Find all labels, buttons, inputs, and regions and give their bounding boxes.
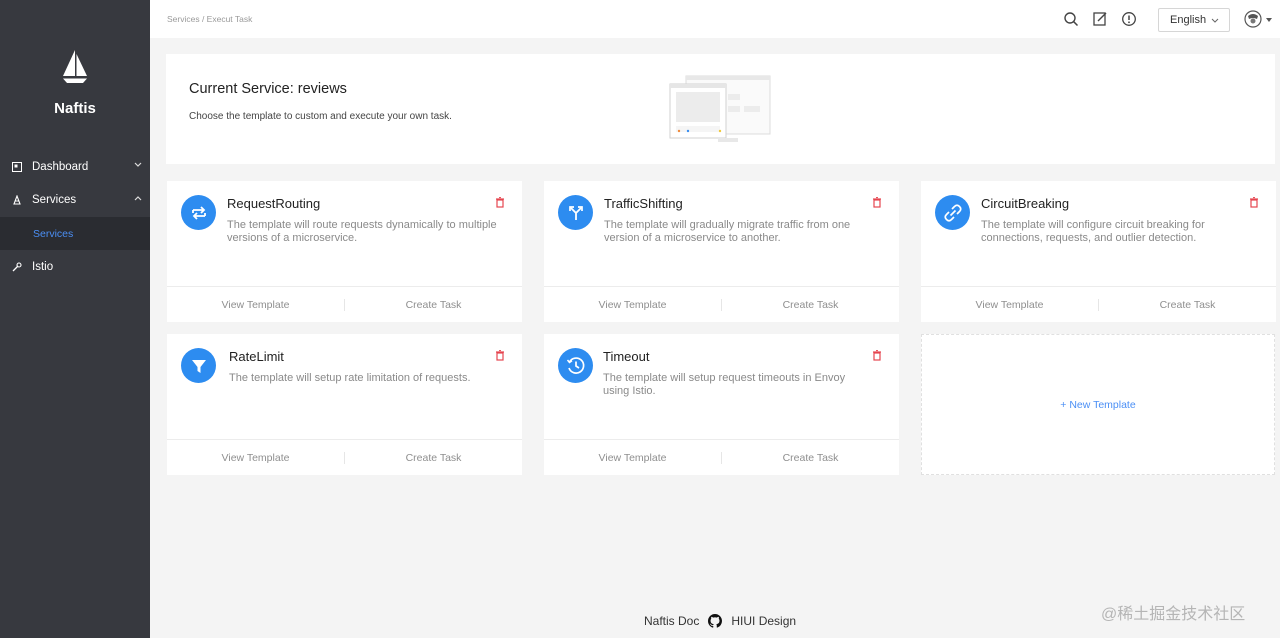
card-actions: View Template Create Task bbox=[544, 439, 899, 475]
template-card-trafficshifting: TrafficShifting The template will gradua… bbox=[544, 181, 899, 322]
card-description: The template will route requests dynamic… bbox=[227, 219, 497, 244]
istio-icon bbox=[11, 261, 23, 273]
card-title: RequestRouting bbox=[227, 196, 321, 211]
sailboat-icon bbox=[63, 50, 87, 83]
view-template-button[interactable]: View Template bbox=[167, 440, 344, 475]
github-icon[interactable] bbox=[708, 614, 723, 628]
card-actions: View Template Create Task bbox=[167, 286, 522, 322]
chevron-down-icon bbox=[134, 162, 142, 167]
chevron-down-icon bbox=[1211, 18, 1219, 23]
clock-icon bbox=[558, 348, 593, 383]
template-card-circuitbreaking: CircuitBreaking The template will config… bbox=[921, 181, 1276, 322]
filter-icon bbox=[181, 348, 216, 383]
view-template-button[interactable]: View Template bbox=[544, 440, 721, 475]
shifting-icon bbox=[558, 195, 593, 230]
delete-icon[interactable] bbox=[872, 197, 882, 208]
template-card-timeout: Timeout The template will setup request … bbox=[544, 334, 899, 475]
create-task-button[interactable]: Create Task bbox=[345, 287, 522, 322]
create-task-button[interactable]: Create Task bbox=[722, 440, 899, 475]
card-title: Timeout bbox=[603, 349, 650, 364]
language-label: English bbox=[1170, 14, 1207, 26]
create-task-button[interactable]: Create Task bbox=[1099, 287, 1276, 322]
footer: Naftis Doc HIUI Design bbox=[644, 614, 796, 628]
card-description: The template will configure circuit brea… bbox=[981, 219, 1205, 244]
card-description: The template will setup request timeouts… bbox=[603, 372, 846, 397]
logo[interactable]: Naftis bbox=[0, 48, 150, 117]
link-icon bbox=[935, 195, 970, 230]
routing-icon bbox=[181, 195, 216, 230]
sidebar-item-label: Dashboard bbox=[32, 161, 89, 173]
template-illustration bbox=[669, 75, 771, 142]
service-banner: Current Service: reviews Choose the temp… bbox=[166, 54, 1275, 164]
services-icon bbox=[11, 194, 23, 206]
new-template-button[interactable]: + New Template bbox=[921, 334, 1275, 475]
view-template-button[interactable]: View Template bbox=[921, 287, 1098, 322]
avatar[interactable] bbox=[1244, 10, 1262, 28]
sidebar-item-label: Istio bbox=[32, 261, 54, 273]
card-title: TrafficShifting bbox=[604, 196, 683, 211]
page-description: Choose the template to custom and execut… bbox=[189, 111, 452, 122]
logo-text: Naftis bbox=[54, 100, 96, 117]
sidebar-item-label: Services bbox=[32, 194, 77, 206]
create-task-button[interactable]: Create Task bbox=[722, 287, 899, 322]
language-select[interactable]: English bbox=[1158, 8, 1230, 32]
view-template-button[interactable]: View Template bbox=[167, 287, 344, 322]
create-task-button[interactable]: Create Task bbox=[345, 440, 522, 475]
view-template-button[interactable]: View Template bbox=[544, 287, 721, 322]
top-header: Services / Execut Task English bbox=[150, 0, 1280, 38]
sidebar-item-istio[interactable]: Istio bbox=[0, 250, 150, 284]
search-icon[interactable] bbox=[1063, 11, 1079, 27]
card-description: The template will gradually migrate traf… bbox=[604, 219, 851, 244]
sidebar-item-dashboard[interactable]: Dashboard bbox=[0, 150, 150, 184]
delete-icon[interactable] bbox=[495, 197, 505, 208]
chevron-up-icon bbox=[134, 196, 142, 201]
sidebar-subitem-services[interactable]: Services bbox=[0, 217, 150, 250]
page-title: Current Service: reviews bbox=[189, 81, 347, 97]
hiui-design-link[interactable]: HIUI Design bbox=[731, 614, 796, 628]
sidebar-item-services[interactable]: Services bbox=[0, 183, 150, 217]
card-actions: View Template Create Task bbox=[921, 286, 1276, 322]
card-actions: View Template Create Task bbox=[167, 439, 522, 475]
naftis-doc-link[interactable]: Naftis Doc bbox=[644, 614, 699, 628]
info-icon[interactable] bbox=[1121, 11, 1137, 27]
delete-icon[interactable] bbox=[872, 350, 882, 361]
dashboard-icon bbox=[11, 161, 23, 173]
delete-icon[interactable] bbox=[495, 350, 505, 361]
card-title: RateLimit bbox=[229, 349, 284, 364]
card-actions: View Template Create Task bbox=[544, 286, 899, 322]
card-description: The template will setup rate limitation … bbox=[229, 372, 471, 384]
card-title: CircuitBreaking bbox=[981, 196, 1070, 211]
avatar-caret-icon[interactable] bbox=[1266, 18, 1272, 22]
delete-icon[interactable] bbox=[1249, 197, 1259, 208]
template-card-requestrouting: RequestRouting The template will route r… bbox=[167, 181, 522, 322]
breadcrumb: Services / Execut Task bbox=[167, 14, 253, 24]
sidebar: Naftis Dashboard Services Services Istio bbox=[0, 0, 150, 638]
edit-icon[interactable] bbox=[1092, 11, 1108, 27]
template-card-ratelimit: RateLimit The template will setup rate l… bbox=[167, 334, 522, 475]
watermark: @稀土掘金技术社区 bbox=[1101, 606, 1246, 623]
